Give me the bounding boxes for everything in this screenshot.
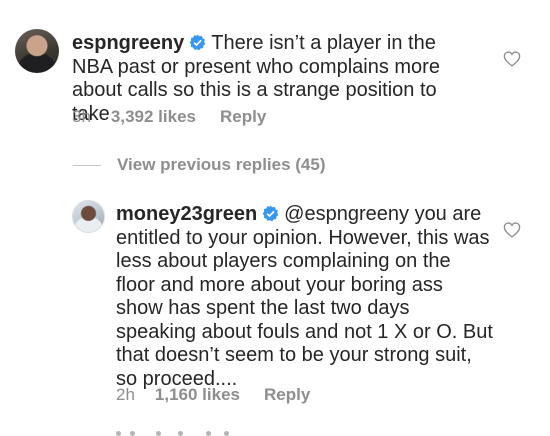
comment-timestamp: 3h [72, 107, 91, 126]
heart-outline-icon[interactable] [503, 222, 521, 238]
mention-link[interactable]: @espngreeny [284, 203, 409, 225]
comment-username[interactable]: money23green [116, 203, 257, 225]
comment-money23green: money23green @espngreeny you are entitled… [116, 203, 494, 391]
reply-button[interactable]: Reply [264, 385, 310, 405]
next-comment-partial [116, 428, 236, 436]
view-previous-replies-button[interactable]: View previous replies (45) [73, 154, 326, 176]
comment-timestamp: 2h [116, 385, 135, 404]
replies-divider-line [73, 164, 101, 166]
view-previous-replies-label: View previous replies (45) [117, 155, 326, 174]
comment-text: you are entitled to your opinion. Howeve… [116, 203, 493, 390]
reply-button[interactable]: Reply [220, 107, 266, 127]
verified-badge-icon [189, 34, 206, 51]
comment-username[interactable]: espngreeny [72, 32, 184, 54]
heart-outline-icon[interactable] [503, 51, 521, 67]
avatar-espngreeny[interactable] [15, 29, 59, 73]
avatar-money23green[interactable] [72, 200, 105, 233]
comment-meta: 3h 3,392 likes Reply [72, 107, 266, 127]
like-count[interactable]: 3,392 likes [111, 107, 196, 127]
verified-badge-icon [262, 205, 279, 222]
like-count[interactable]: 1,160 likes [155, 385, 240, 405]
comment-meta: 2h 1,160 likes Reply [116, 385, 310, 405]
